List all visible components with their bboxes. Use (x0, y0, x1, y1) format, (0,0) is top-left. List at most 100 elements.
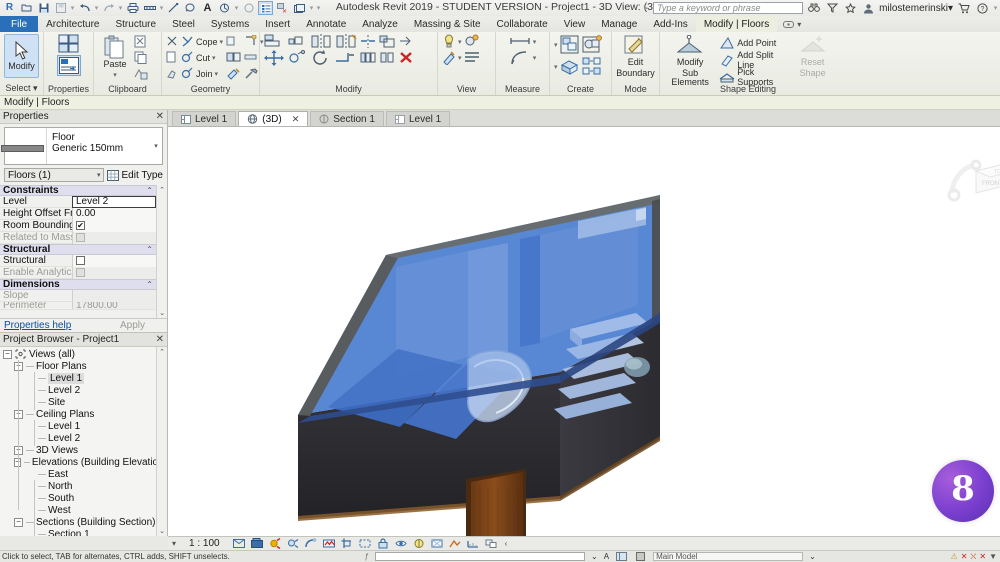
copy-button[interactable] (287, 49, 307, 65)
scroll-up-icon[interactable]: ⌃ (159, 348, 165, 356)
move-button[interactable] (264, 49, 284, 66)
type-selector-dropdown-icon[interactable]: ▾ (150, 128, 162, 164)
tree-node-sections[interactable]: − Sections (Building Section) (0, 516, 167, 528)
measure-dropdown-icon[interactable]: ▾ (159, 4, 164, 12)
view-control-expand-icon[interactable]: ▾ (172, 539, 176, 548)
tab-systems[interactable]: Systems (203, 16, 257, 32)
measure-between-dropdown-icon[interactable]: ▾ (533, 38, 537, 46)
tab-3d-view[interactable]: (3D) ✕ (238, 111, 309, 126)
property-value[interactable]: ✔ (72, 219, 156, 232)
sidebar-item-site[interactable]: Site (0, 396, 167, 408)
tab-level-1-b[interactable]: Level 1 (385, 111, 451, 126)
cope-button[interactable]: Cope ▾ (166, 34, 223, 49)
apply-button[interactable]: Apply (120, 320, 163, 331)
join-geometry-button[interactable]: Join ▾ (166, 66, 223, 81)
switch-window-dropdown-icon[interactable]: ▾ (309, 4, 314, 12)
properties-scrollbar[interactable]: ⌃ ⌄ (156, 185, 167, 318)
pin-unpin-button[interactable] (379, 50, 395, 65)
analytical-model-icon[interactable] (431, 538, 444, 550)
tab-structure[interactable]: Structure (107, 16, 164, 32)
table-row[interactable]: Structural (0, 254, 156, 267)
edit-boundary-button[interactable]: Edit Boundary (616, 34, 655, 78)
pick-supports-button[interactable]: Pick Supports (719, 67, 790, 87)
switch-window-icon[interactable] (292, 1, 307, 15)
detail-level-icon[interactable] (233, 538, 246, 550)
tree-node-floor-plans[interactable]: − Floor Plans (0, 360, 167, 372)
create-part-button[interactable]: ▾ (554, 56, 580, 77)
sun-path-icon[interactable] (269, 538, 282, 550)
error-x-icon[interactable]: ✕ (961, 552, 968, 561)
modify-sub-elements-button[interactable]: Modify Sub Elements (664, 34, 716, 88)
binoculars-icon[interactable] (807, 1, 821, 15)
browser-scrollbar[interactable]: ⌃ ⌄ (156, 347, 167, 536)
tab-modify-floors[interactable]: Modify | Floors (695, 16, 778, 32)
ribbon-minimize-button[interactable]: ▾ (783, 16, 801, 32)
sidebar-item-level-1[interactable]: Level 1 (0, 372, 167, 384)
filter-funnel-icon[interactable]: ▼ (989, 552, 997, 561)
main-model-selector[interactable]: Main Model (653, 552, 804, 561)
sidebar-item-level-2[interactable]: Level 2 (0, 384, 167, 396)
tab-view[interactable]: View (556, 16, 594, 32)
shadows-icon[interactable] (287, 538, 300, 550)
infocenter-icon[interactable] (825, 1, 839, 15)
rendering-icon[interactable] (323, 538, 336, 550)
search-expand-icon[interactable]: ▸ (644, 4, 649, 12)
print-icon[interactable] (125, 1, 140, 15)
shopping-cart-icon[interactable] (957, 1, 971, 15)
customize-qat-icon[interactable]: ▾ (316, 4, 321, 12)
create-assembly-button[interactable] (582, 56, 603, 77)
sidebar-item-ceiling-level-1[interactable]: Level 1 (0, 420, 167, 432)
hide-element-dropdown-icon[interactable]: ▾ (458, 38, 462, 46)
tab-add-ins[interactable]: Add-Ins (645, 16, 695, 32)
override-graphics-button[interactable]: ▾ (442, 50, 462, 65)
table-row[interactable]: Height Offset Fro... 0.00 (0, 207, 156, 220)
tab-analyze[interactable]: Analyze (354, 16, 406, 32)
property-value[interactable]: Level 2 (72, 195, 156, 208)
find-icon[interactable] (183, 1, 198, 15)
create-group-button[interactable] (582, 34, 603, 55)
search-input[interactable]: Type a keyword or phrase (653, 2, 804, 14)
user-account-icon[interactable] (861, 1, 875, 15)
main-model-dropdown-icon[interactable]: ⌄ (809, 552, 816, 561)
join-dropdown-icon[interactable]: ▾ (215, 70, 219, 78)
group-collapse-icon[interactable]: ⌃ (146, 186, 153, 195)
status-expand-icon[interactable]: ‹ (505, 539, 508, 548)
close-icon[interactable]: ✕ (156, 334, 164, 345)
split-face-button[interactable] (226, 34, 241, 49)
split-surface-button[interactable] (226, 50, 241, 65)
sidebar-item-south[interactable]: South (0, 492, 167, 504)
measure-icon[interactable] (142, 1, 157, 15)
tab-section-1[interactable]: Section 1 (310, 111, 384, 126)
property-value[interactable]: 0.00 (72, 207, 156, 220)
tree-node-views-all[interactable]: − Views (all) (0, 348, 167, 360)
type-selector[interactable]: Floor Generic 150mm ▾ (1, 127, 163, 165)
cut-dropdown-icon[interactable]: ▾ (212, 54, 216, 62)
tree-node-ceiling-plans[interactable]: − Ceiling Plans (0, 408, 167, 420)
group-collapse-icon[interactable]: ⌃ (146, 245, 153, 254)
sync-dropdown-icon[interactable]: ▾ (234, 4, 239, 12)
group-collapse-icon[interactable]: ⌃ (146, 280, 153, 289)
close-hidden-icon[interactable]: ✕ (275, 1, 290, 15)
tab-annotate[interactable]: Annotate (298, 16, 354, 32)
sidebar-item-ceiling-level-2[interactable]: Level 2 (0, 432, 167, 444)
status-dropdown-icon[interactable]: ⌄ (591, 552, 598, 561)
sidebar-item-east[interactable]: East (0, 468, 167, 480)
tab-level-1[interactable]: Level 1 (172, 111, 237, 126)
paint-button[interactable] (226, 66, 241, 81)
property-value[interactable] (72, 254, 156, 267)
tab-insert[interactable]: Insert (257, 16, 298, 32)
cut-geometry-button[interactable]: Cut ▾ (166, 50, 223, 65)
scroll-up-icon[interactable]: ⌃ (159, 186, 165, 194)
ribbon-minimize-dropdown-icon[interactable]: ▾ (797, 20, 801, 29)
match-type-button[interactable] (134, 66, 148, 81)
exclude-icon[interactable]: ⛌ (970, 552, 976, 562)
account-name[interactable]: milostemerinski▾ (879, 3, 953, 14)
sheet-list-icon[interactable] (258, 1, 273, 15)
room-bounding-checkbox[interactable]: ✔ (76, 221, 85, 230)
render-dialog-icon[interactable] (305, 538, 318, 550)
status-alpha-icon[interactable]: A (604, 552, 609, 561)
design-options-icon[interactable] (634, 551, 647, 562)
paste-button[interactable]: Paste ▾ (98, 34, 132, 79)
cope-dropdown-icon[interactable]: ▾ (220, 38, 224, 46)
visual-style-icon[interactable] (251, 538, 264, 550)
